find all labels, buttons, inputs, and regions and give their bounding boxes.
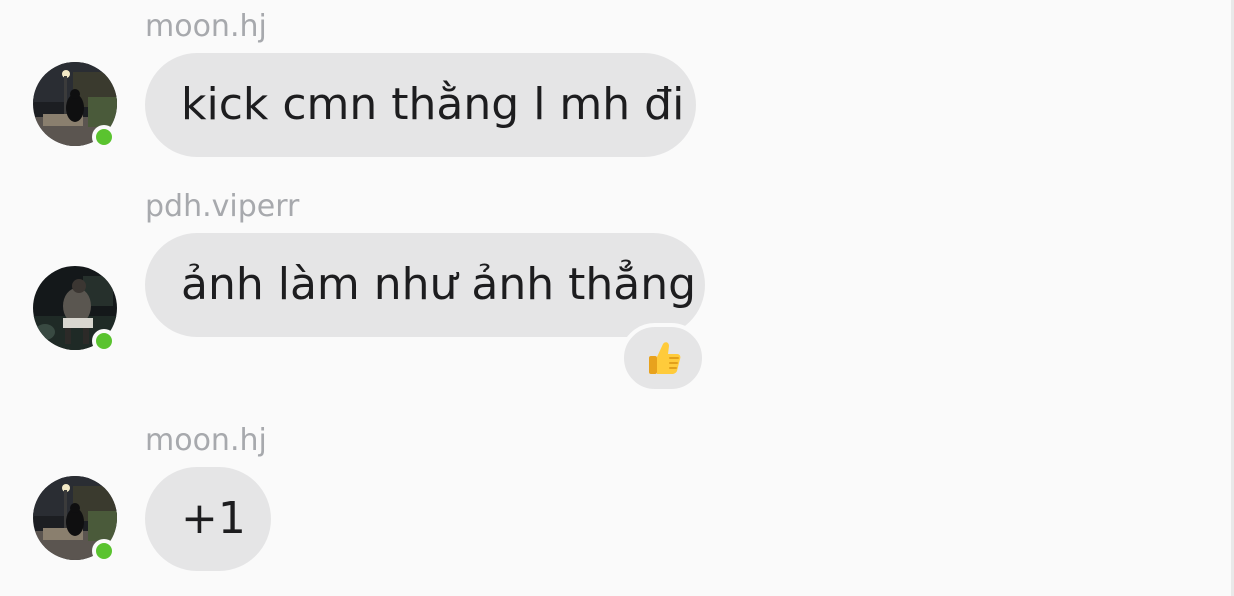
avatar[interactable] — [33, 62, 117, 149]
avatar[interactable] — [33, 476, 117, 563]
online-status-dot — [92, 329, 116, 353]
sender-name: moon.hj — [145, 9, 267, 44]
reaction-badge[interactable] — [620, 323, 706, 393]
sender-name: pdh.viperr — [145, 189, 300, 224]
chat-thread: moon.hj kick cmn thằng l mh đi pdh.viper… — [0, 0, 1234, 596]
avatar[interactable] — [33, 266, 117, 353]
thumbs-up-icon — [649, 342, 681, 374]
message-bubble[interactable]: ảnh làm như ảnh thẳng — [145, 233, 705, 337]
online-status-dot — [92, 539, 116, 563]
message-bubble[interactable]: kick cmn thằng l mh đi — [145, 53, 696, 157]
online-status-dot — [92, 125, 116, 149]
sender-name: moon.hj — [145, 423, 267, 458]
message-bubble[interactable]: +1 — [145, 467, 271, 571]
